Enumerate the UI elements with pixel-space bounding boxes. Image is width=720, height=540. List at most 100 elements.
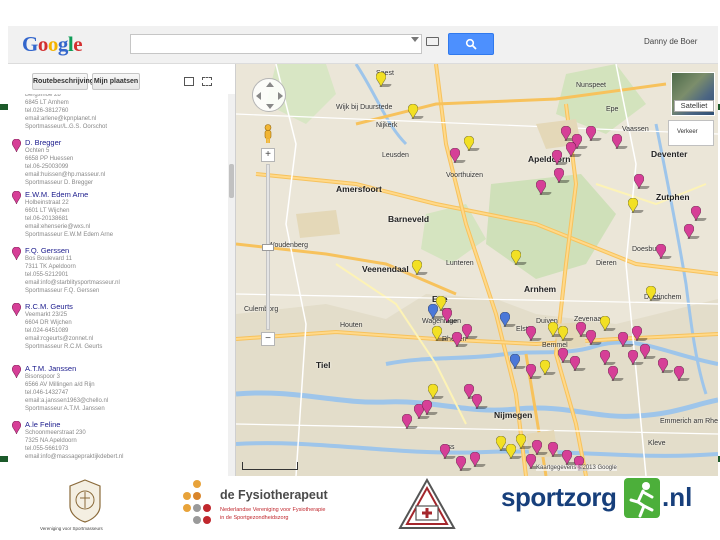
map-marker-icon[interactable]	[646, 286, 656, 301]
search-dropdown-arrow-icon[interactable]	[411, 37, 419, 42]
map-marker-icon[interactable]	[506, 444, 516, 459]
map-marker-icon[interactable]	[532, 440, 542, 455]
result-entry[interactable]: R.C.M. Geurts Veemarkt 23/25 6604 DR Wijch…	[8, 302, 228, 354]
map-marker-icon[interactable]	[612, 134, 622, 149]
map-marker-icon[interactable]	[462, 324, 472, 339]
result-entry[interactable]: F.Q. Gerssen Bos Boulevard 11 7311 TK Apel…	[8, 246, 228, 298]
map-marker-icon[interactable]	[402, 414, 412, 429]
map-marker-icon[interactable]	[422, 400, 432, 415]
map-marker-icon[interactable]	[561, 126, 571, 141]
map-marker-icon[interactable]	[634, 174, 644, 189]
map-marker-icon[interactable]	[586, 330, 596, 345]
zoom-control[interactable]: + −	[261, 148, 275, 348]
result-marker-icon[interactable]	[12, 247, 21, 260]
scroll-thumb[interactable]	[229, 164, 234, 198]
map-canvas[interactable]: Wijk bij Duurstede Nijkerk Amersfoort Barne…	[236, 64, 718, 476]
pan-control[interactable]	[252, 78, 286, 112]
pan-left-icon[interactable]	[256, 92, 261, 100]
result-entry[interactable]: E.W.M. Edem Arne Holbeinstraat 22 6601 LT …	[8, 190, 228, 242]
map-marker-icon[interactable]	[412, 260, 422, 275]
result-marker-icon[interactable]	[12, 365, 21, 378]
map-marker-icon[interactable]	[554, 168, 564, 183]
results-scrollbar[interactable]	[228, 94, 235, 476]
account-name[interactable]: Danny de Boer	[644, 37, 697, 46]
map-marker-icon[interactable]	[496, 436, 506, 451]
map-marker-icon[interactable]	[562, 450, 572, 465]
map-marker-icon[interactable]	[440, 444, 450, 459]
map-marker-icon[interactable]	[464, 136, 474, 151]
map-marker-icon[interactable]	[576, 322, 586, 337]
map-marker-icon[interactable]	[470, 452, 480, 467]
map-marker-icon[interactable]	[408, 104, 418, 119]
map-marker-icon[interactable]	[656, 244, 666, 259]
search-input[interactable]	[130, 34, 422, 54]
map-marker-icon[interactable]	[516, 434, 526, 449]
map-marker-icon[interactable]	[558, 348, 568, 363]
pan-down-icon[interactable]	[266, 104, 274, 109]
result-name[interactable]: E.W.M. Edem Arne	[25, 190, 88, 199]
map-marker-icon[interactable]	[608, 366, 618, 381]
result-entry[interactable]: D. Bregger Ochten 5 6658 PP Huessen tel.06-…	[8, 138, 228, 190]
map-marker-icon[interactable]	[640, 344, 650, 359]
result-marker-icon[interactable]	[12, 303, 21, 316]
map-marker-icon[interactable]	[428, 304, 438, 319]
google-logo[interactable]: Google	[22, 32, 83, 57]
result-entry[interactable]: Bergsmoe 2b 6845 LT Arnhem tel.026-3812760…	[8, 94, 228, 142]
search-button[interactable]	[448, 33, 494, 55]
pan-right-icon[interactable]	[278, 92, 283, 100]
map-marker-icon[interactable]	[600, 316, 610, 331]
map-marker-icon[interactable]	[376, 72, 386, 87]
traffic-label[interactable]: Verkeer	[677, 129, 698, 135]
map-marker-icon[interactable]	[511, 250, 521, 265]
map-marker-icon[interactable]	[586, 126, 596, 141]
pan-up-icon[interactable]	[266, 82, 274, 87]
map-marker-icon[interactable]	[442, 308, 452, 323]
map-marker-icon[interactable]	[674, 366, 684, 381]
result-entry[interactable]: A.le Feline Schoonmeerstraat 230 7325 NA A…	[8, 420, 228, 472]
map-marker-icon[interactable]	[540, 360, 550, 375]
map-marker-icon[interactable]	[628, 350, 638, 365]
result-name[interactable]: D. Bregger	[25, 138, 61, 147]
zoom-slider-handle[interactable]	[262, 244, 274, 251]
result-entry[interactable]: A.T.M. Janssen Bisonspoor 3 6566 AV Millin…	[8, 364, 228, 416]
map-marker-icon[interactable]	[628, 198, 638, 213]
map-marker-icon[interactable]	[536, 180, 546, 195]
map-marker-icon[interactable]	[691, 206, 701, 221]
map-marker-icon[interactable]	[552, 150, 562, 165]
map-marker-icon[interactable]	[452, 332, 462, 347]
map-marker-icon[interactable]	[450, 148, 460, 163]
result-marker-icon[interactable]	[12, 139, 21, 152]
my-places-button[interactable]: Mijn plaatsen	[92, 73, 140, 90]
map-marker-icon[interactable]	[526, 454, 536, 469]
result-name[interactable]: R.C.M. Geurts	[25, 302, 73, 311]
map-marker-icon[interactable]	[570, 356, 580, 371]
pegman-icon[interactable]	[263, 124, 273, 144]
result-marker-icon[interactable]	[12, 421, 21, 434]
zoom-in-button[interactable]: +	[261, 148, 275, 162]
map-marker-icon[interactable]	[500, 312, 510, 327]
map-marker-icon[interactable]	[456, 456, 466, 471]
zoom-out-button[interactable]: −	[261, 332, 275, 346]
map-marker-icon[interactable]	[526, 364, 536, 379]
link-icon[interactable]	[202, 77, 212, 86]
map-marker-icon[interactable]	[548, 442, 558, 457]
print-icon[interactable]	[184, 77, 194, 86]
map-marker-icon[interactable]	[558, 326, 568, 341]
map-marker-icon[interactable]	[618, 332, 628, 347]
map-marker-icon[interactable]	[684, 224, 694, 239]
keyboard-icon[interactable]	[426, 37, 439, 46]
map-marker-icon[interactable]	[526, 326, 536, 341]
map-marker-icon[interactable]	[428, 384, 438, 399]
satellite-label[interactable]: Satelliet	[674, 100, 714, 112]
map-marker-icon[interactable]	[632, 326, 642, 341]
map-marker-icon[interactable]	[566, 142, 576, 157]
map-marker-icon[interactable]	[658, 358, 668, 373]
result-marker-icon[interactable]	[12, 191, 21, 204]
map-marker-icon[interactable]	[510, 354, 520, 369]
route-button[interactable]: Routebeschrijving	[32, 73, 94, 90]
map-marker-icon[interactable]	[432, 326, 442, 341]
result-name[interactable]: A.T.M. Janssen	[25, 364, 76, 373]
map-marker-icon[interactable]	[600, 350, 610, 365]
traffic-layer-box[interactable]: Verkeer	[668, 120, 714, 146]
result-name[interactable]: F.Q. Gerssen	[25, 246, 69, 255]
